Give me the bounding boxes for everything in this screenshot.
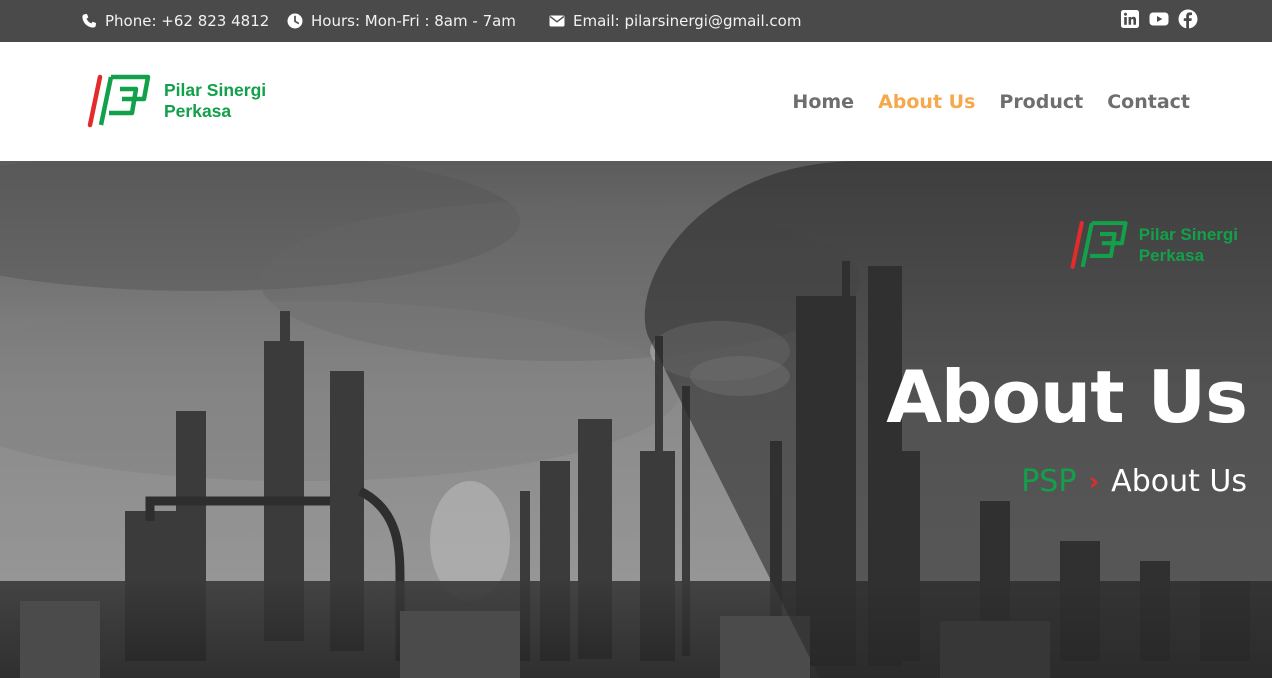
hero-brand-name: Pilar Sinergi Perkasa	[1139, 224, 1238, 266]
hours-text: Hours: Mon-Fri : 8am - 7am	[311, 12, 516, 30]
breadcrumb-current: About Us	[1111, 464, 1247, 499]
hours-info: Hours: Mon-Fri : 8am - 7am	[287, 0, 516, 42]
nav-home[interactable]: Home	[792, 91, 854, 113]
phone-info[interactable]: Phone: +62 823 4812	[81, 0, 269, 42]
breadcrumb-separator-icon: ›	[1088, 466, 1100, 497]
brand-line-2: Perkasa	[164, 101, 232, 121]
clock-icon	[287, 13, 303, 29]
envelope-icon	[549, 15, 565, 27]
page-title: About Us	[886, 355, 1248, 439]
nav-contact[interactable]: Contact	[1107, 91, 1190, 113]
hero-brand-line-2: Perkasa	[1138, 246, 1205, 265]
site-header: Pilar Sinergi Perkasa Home About Us Prod…	[0, 42, 1272, 161]
facebook-icon[interactable]	[1178, 9, 1198, 29]
social-links	[1111, 0, 1198, 38]
psp-logo-mark-icon	[87, 74, 151, 128]
phone-text: Phone: +62 823 4812	[105, 12, 270, 30]
main-nav: Home About Us Product Contact	[768, 42, 1190, 161]
breadcrumb-home-link[interactable]: PSP	[1021, 464, 1076, 499]
nav-product[interactable]: Product	[999, 91, 1083, 113]
nav-about-us[interactable]: About Us	[878, 91, 975, 113]
hero-banner: Pilar Sinergi Perkasa About Us PSP › Abo…	[0, 161, 1272, 678]
site-logo[interactable]: Pilar Sinergi Perkasa	[86, 73, 266, 129]
phone-icon	[82, 14, 96, 28]
brand-line-1: Pilar Sinergi	[164, 80, 267, 100]
email-text: Email: pilarsinergi@gmail.com	[573, 12, 802, 30]
top-bar: Phone: +62 823 4812 Hours: Mon-Fri : 8am…	[0, 0, 1272, 42]
psp-logo-mark-icon	[1070, 221, 1128, 269]
youtube-icon[interactable]	[1149, 9, 1169, 29]
breadcrumb: PSP › About Us	[1021, 464, 1247, 499]
hero-brand-line-1: Pilar Sinergi	[1138, 225, 1238, 244]
email-info[interactable]: Email: pilarsinergi@gmail.com	[549, 0, 801, 42]
brand-name: Pilar Sinergi Perkasa	[164, 80, 266, 122]
linkedin-icon[interactable]	[1120, 9, 1140, 29]
hero-logo: Pilar Sinergi Perkasa	[1069, 219, 1238, 271]
